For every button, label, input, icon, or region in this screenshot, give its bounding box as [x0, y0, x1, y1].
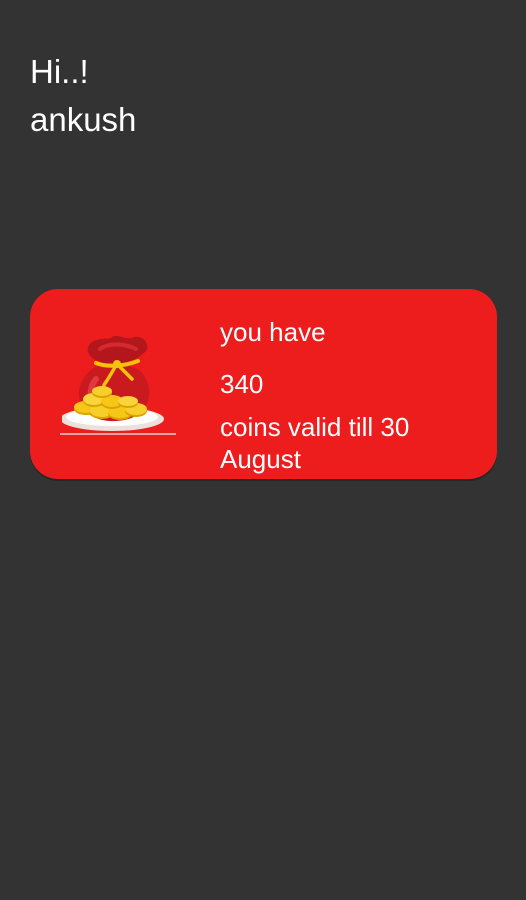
- app-screen: Hi..! ankush you have 340 coins valid ti…: [0, 0, 526, 900]
- coins-validity: coins valid till 30 August: [220, 412, 410, 474]
- icon-divider: [60, 433, 176, 435]
- greeting-username: ankush: [30, 101, 137, 138]
- greeting-salutation: Hi..!: [30, 53, 89, 90]
- coin-balance-card[interactable]: you have 340 coins valid till 30 August: [30, 289, 497, 479]
- coins-amount: 340: [220, 369, 264, 399]
- greeting-block: Hi..! ankush: [30, 48, 136, 144]
- coin-info: you have 340 coins valid till 30 August: [220, 315, 480, 475]
- coins-label: you have: [220, 317, 326, 347]
- coin-bag-icon: [60, 327, 180, 437]
